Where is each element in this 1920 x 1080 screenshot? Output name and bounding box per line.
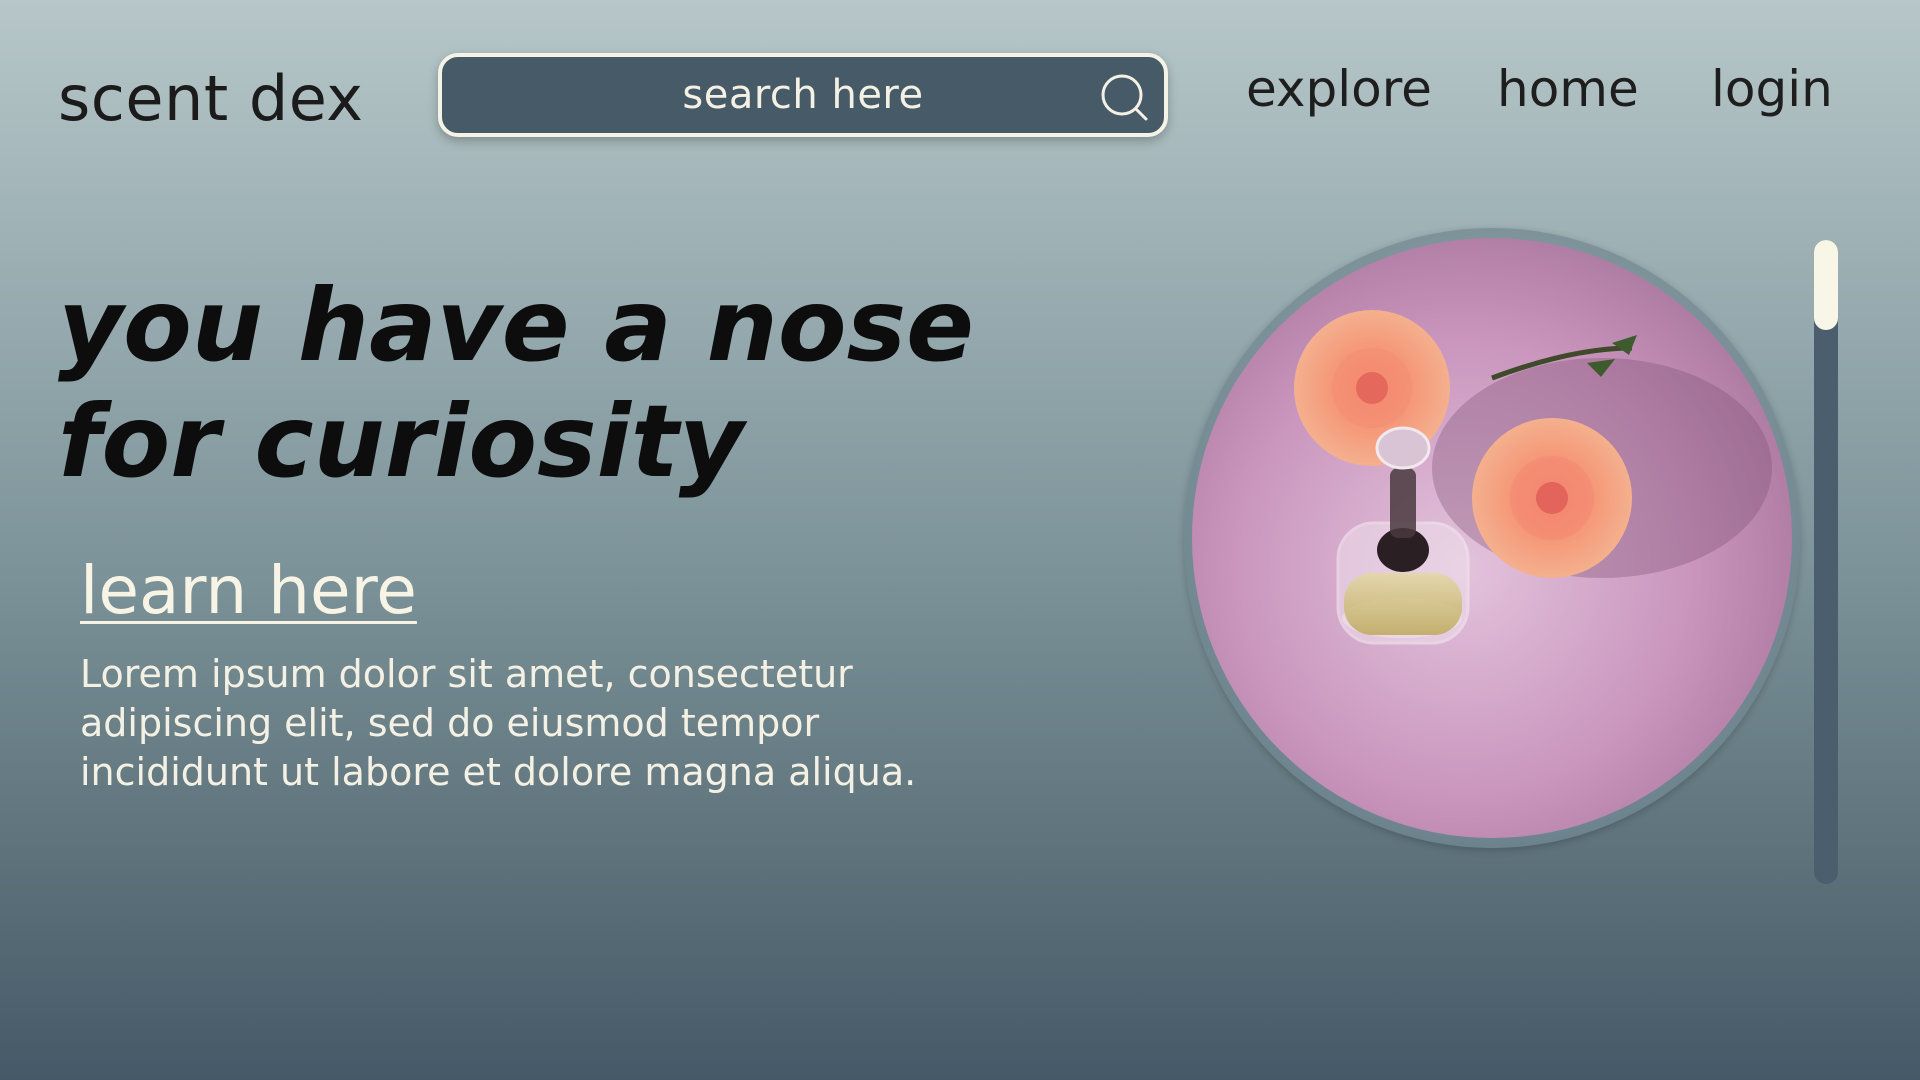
hero-image-frame [1184, 228, 1800, 848]
hero-image [1192, 238, 1792, 838]
nav-explore[interactable]: explore [1246, 60, 1432, 118]
learn-here-link[interactable]: learn here [80, 552, 417, 629]
search-bar[interactable]: search here [438, 53, 1168, 137]
search-input[interactable]: search here [682, 72, 923, 118]
site-logo[interactable]: scent dex [58, 62, 363, 135]
scrollbar-thumb[interactable] [1814, 240, 1838, 330]
perfume-roses-illustration [1192, 238, 1792, 838]
vertical-scrollbar[interactable] [1814, 240, 1838, 884]
hero-description: Lorem ipsum dolor sit amet, consectetur … [80, 652, 917, 794]
search-icon[interactable] [1096, 69, 1154, 127]
nav-home[interactable]: home [1497, 60, 1639, 118]
nav-login[interactable]: login [1711, 60, 1833, 118]
hero-title: you have a nose for curiosity [58, 267, 974, 500]
